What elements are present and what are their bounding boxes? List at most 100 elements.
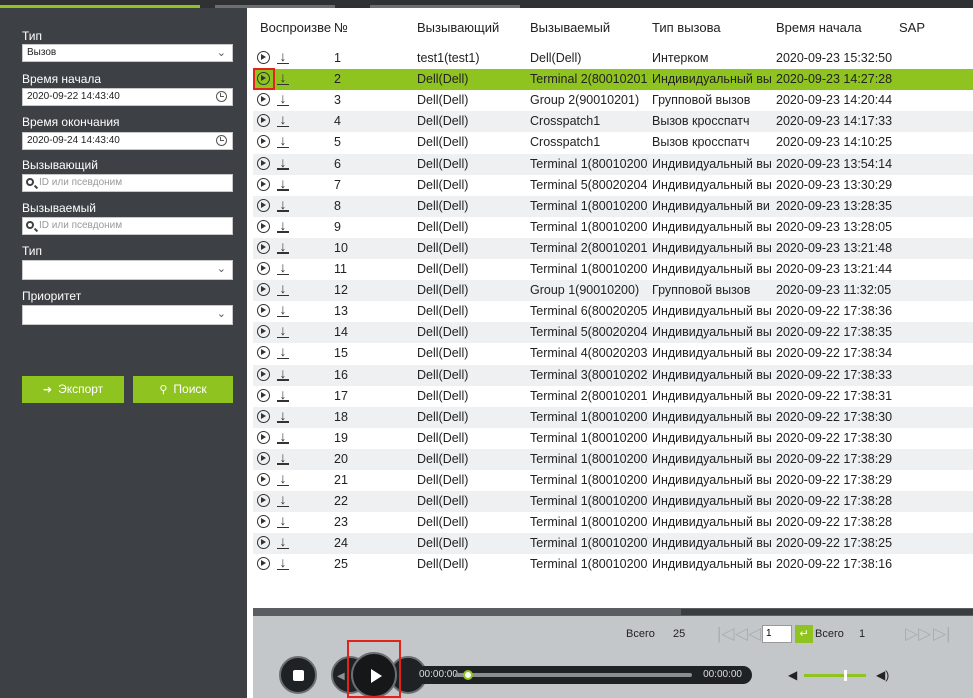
table-row[interactable]: ↓ 18 Dell(Dell) Terminal 1(80010200) Индивид… — [253, 406, 973, 428]
play-record-icon[interactable] — [257, 114, 270, 128]
play-record-icon[interactable] — [257, 367, 270, 381]
table-row[interactable]: ↓ 23 Dell(Dell) Terminal 1(80010200) Индивид… — [253, 512, 973, 533]
table-row[interactable]: ↓ 20 Dell(Dell) Terminal 1(80010200) Индивид… — [253, 448, 973, 470]
prev-page-icon[interactable]: ◁◁ — [735, 625, 761, 643]
download-icon[interactable]: ↓ — [276, 555, 290, 571]
column-header-callee[interactable]: Вызываемый — [530, 20, 610, 35]
download-icon[interactable]: ↓ — [276, 281, 290, 297]
play-record-icon[interactable] — [257, 262, 270, 275]
table-row[interactable]: ↓ 13 Dell(Dell) Terminal 6(80020205) Индивид… — [253, 301, 973, 322]
volume-knob[interactable] — [844, 670, 847, 681]
table-row[interactable]: ↓ 1 test1(test1) Dell(Dell) Интерком 2020-09-… — [253, 48, 973, 69]
play-record-icon[interactable] — [257, 557, 270, 571]
download-icon[interactable]: ↓ — [276, 366, 290, 382]
table-row[interactable]: ↓ 21 Dell(Dell) Terminal 1(80010200) Индивид… — [253, 470, 973, 491]
play-record-icon[interactable] — [257, 536, 270, 550]
table-row[interactable]: ↓ 12 Dell(Dell) Group 1(90010200) Групповой … — [253, 280, 973, 302]
horizontal-scrollbar[interactable] — [253, 608, 973, 616]
start-time-field[interactable]: 2020-09-22 14:43:40 — [22, 88, 233, 106]
play-record-icon[interactable] — [257, 346, 270, 360]
download-icon[interactable]: ↓ — [276, 70, 290, 86]
callee-search-input[interactable]: ID или псевдоним — [22, 217, 233, 235]
table-row[interactable]: ↓ 6 Dell(Dell) Terminal 1(80010200) Индивиду… — [253, 153, 973, 175]
download-icon[interactable]: ↓ — [276, 197, 290, 213]
stop-button[interactable] — [279, 656, 317, 694]
table-row[interactable]: ↓ 22 Dell(Dell) Terminal 1(80010200) Индивид… — [253, 491, 973, 513]
table-row[interactable]: ↓ 17 Dell(Dell) Terminal 2(80010201) Индивид… — [253, 386, 973, 407]
download-icon[interactable]: ↓ — [276, 176, 290, 192]
play-record-icon[interactable] — [257, 430, 270, 444]
volume-low-icon[interactable]: ◀ — [788, 668, 797, 682]
play-record-icon[interactable] — [257, 156, 270, 170]
caller-search-input[interactable]: ID или псевдоним — [22, 174, 233, 192]
download-icon[interactable]: ↓ — [276, 323, 290, 339]
download-icon[interactable]: ↓ — [276, 302, 290, 318]
table-row[interactable]: ↓ 14 Dell(Dell) Terminal 5(80020204) Индивид… — [253, 322, 973, 344]
play-record-icon[interactable] — [257, 494, 270, 508]
play-record-icon[interactable] — [257, 451, 270, 465]
table-row[interactable]: ↓ 25 Dell(Dell) Terminal 1(80010200) Индивид… — [253, 554, 973, 575]
clock-icon[interactable] — [216, 135, 227, 146]
column-header-start-time[interactable]: Время начала — [776, 20, 862, 35]
progress-knob[interactable] — [463, 670, 473, 680]
download-icon[interactable]: ↓ — [276, 408, 290, 424]
table-row[interactable]: ↓ 15 Dell(Dell) Terminal 4(80020203) Индивид… — [253, 343, 973, 364]
table-row[interactable]: ↓ 19 Dell(Dell) Terminal 1(80010200) Индивид… — [253, 428, 973, 449]
volume-high-icon[interactable]: ◀) — [876, 668, 889, 682]
download-icon[interactable]: ↓ — [276, 450, 290, 466]
column-header-number[interactable]: № — [334, 20, 348, 35]
table-row[interactable]: ↓ 8 Dell(Dell) Terminal 1(80010200) Индивиду… — [253, 195, 973, 217]
play-record-icon[interactable] — [257, 473, 270, 486]
play-record-icon[interactable] — [257, 177, 270, 191]
download-icon[interactable]: ↓ — [276, 91, 290, 107]
table-row[interactable]: ↓ 3 Dell(Dell) Group 2(90010201) Групповой в… — [253, 90, 973, 111]
table-row[interactable]: ↓ 16 Dell(Dell) Terminal 3(80010202) Индивид… — [253, 364, 973, 386]
end-time-field[interactable]: 2020-09-24 14:43:40 — [22, 132, 233, 150]
column-header-caller[interactable]: Вызывающий — [417, 20, 499, 35]
next-page-icon[interactable]: ▷▷ — [905, 625, 931, 643]
progress-slider[interactable]: 00:00:00 00:00:00 — [407, 666, 752, 684]
download-icon[interactable]: ↓ — [276, 513, 290, 529]
play-record-icon[interactable] — [257, 198, 270, 212]
play-record-icon[interactable] — [257, 93, 270, 107]
table-row[interactable]: ↓ 7 Dell(Dell) Terminal 5(80020204) Индивиду… — [253, 175, 973, 196]
download-icon[interactable]: ↓ — [276, 260, 290, 276]
first-page-icon[interactable]: |◁ — [717, 625, 735, 643]
page-number-input[interactable]: 1 — [762, 625, 792, 643]
table-row[interactable]: ↓ 11 Dell(Dell) Terminal 1(80010200) Индивид… — [253, 259, 973, 280]
download-icon[interactable]: ↓ — [276, 112, 290, 128]
column-header-play[interactable]: Воспроизве — [260, 20, 333, 35]
play-record-icon[interactable] — [257, 240, 270, 254]
table-row[interactable]: ↓ 4 Dell(Dell) Crosspatch1 Вызов кросспатч 20… — [253, 111, 973, 133]
play-record-icon[interactable] — [257, 219, 270, 233]
download-icon[interactable]: ↓ — [276, 239, 290, 255]
scrollbar-thumb[interactable] — [681, 609, 973, 615]
go-to-page-button[interactable]: ↵ — [795, 625, 813, 643]
table-row[interactable]: ↓ 9 Dell(Dell) Terminal 1(80010200) Индивиду… — [253, 217, 973, 238]
download-icon[interactable]: ↓ — [276, 534, 290, 550]
download-icon[interactable]: ↓ — [276, 492, 290, 508]
table-row[interactable]: ↓ 2 Dell(Dell) Terminal 2(80010201) Индивиду… — [253, 68, 973, 91]
play-record-icon[interactable] — [257, 388, 270, 402]
priority-select[interactable]: ⌄ — [22, 305, 233, 325]
last-page-icon[interactable]: ▷| — [933, 625, 951, 643]
download-icon[interactable]: ↓ — [276, 344, 290, 360]
export-button[interactable]: ➜ Экспорт — [22, 376, 124, 403]
download-icon[interactable]: ↓ — [276, 155, 290, 171]
play-record-icon[interactable] — [257, 409, 270, 423]
clock-icon[interactable] — [216, 91, 227, 102]
play-record-icon[interactable] — [257, 515, 270, 529]
play-record-icon[interactable] — [257, 283, 270, 297]
column-header-call-type[interactable]: Тип вызова — [652, 20, 721, 35]
download-icon[interactable]: ↓ — [276, 49, 290, 65]
type-select[interactable]: Вызов ⌄ — [22, 44, 233, 62]
download-icon[interactable]: ↓ — [276, 387, 290, 403]
table-row[interactable]: ↓ 10 Dell(Dell) Terminal 2(80010201) Индивид… — [253, 237, 973, 259]
call-type-select[interactable]: ⌄ — [22, 260, 233, 280]
column-header-sap[interactable]: SAP — [899, 20, 925, 35]
play-record-icon[interactable] — [257, 325, 270, 339]
download-icon[interactable]: ↓ — [276, 133, 290, 149]
download-icon[interactable]: ↓ — [276, 471, 290, 487]
table-row[interactable]: ↓ 5 Dell(Dell) Crosspatch1 Вызов кросспатч 20… — [253, 132, 973, 153]
play-record-icon[interactable] — [257, 51, 270, 64]
